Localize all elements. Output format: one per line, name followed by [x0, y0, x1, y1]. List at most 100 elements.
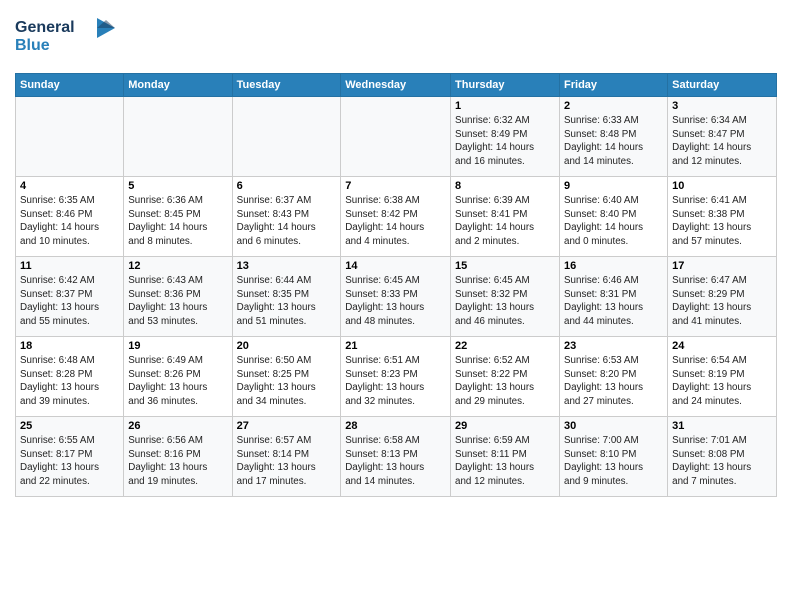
day-number: 5	[128, 180, 227, 192]
calendar-header: SundayMondayTuesdayWednesdayThursdayFrid…	[16, 74, 777, 97]
day-number: 9	[564, 180, 663, 192]
weekday-header-tuesday: Tuesday	[232, 74, 341, 97]
day-info: Sunrise: 6:53 AMSunset: 8:20 PMDaylight:…	[564, 354, 663, 409]
day-number: 6	[237, 180, 337, 192]
calendar-cell: 11 Sunrise: 6:42 AMSunset: 8:37 PMDayligh…	[16, 257, 124, 337]
day-info: Sunrise: 6:35 AMSunset: 8:46 PMDaylight:…	[20, 194, 119, 249]
calendar-cell	[341, 97, 451, 177]
calendar-cell: 27Sunrise: 6:57 AMSunset: 8:14 PMDayligh…	[232, 417, 341, 497]
day-info: Sunrise: 7:00 AMSunset: 8:10 PMDaylight:…	[564, 434, 663, 489]
calendar-cell: 10 Sunrise: 6:41 AMSunset: 8:38 PMDayligh…	[668, 177, 777, 257]
calendar-cell: 25 Sunrise: 6:55 AMSunset: 8:17 PMDayligh…	[16, 417, 124, 497]
calendar-week-1: 1 Sunrise: 6:32 AMSunset: 8:49 PMDaylight…	[16, 97, 777, 177]
calendar-cell: 7 Sunrise: 6:38 AMSunset: 8:42 PMDaylight…	[341, 177, 451, 257]
day-number: 18	[20, 340, 119, 352]
day-number: 31	[672, 420, 772, 432]
day-info: Sunrise: 6:40 AMSunset: 8:40 PMDaylight:…	[564, 194, 663, 249]
day-number: 15	[455, 260, 555, 272]
weekday-header-row: SundayMondayTuesdayWednesdayThursdayFrid…	[16, 74, 777, 97]
day-info: Sunrise: 6:48 AMSunset: 8:28 PMDaylight:…	[20, 354, 119, 409]
calendar-table: SundayMondayTuesdayWednesdayThursdayFrid…	[15, 73, 777, 497]
calendar-cell: 13 Sunrise: 6:44 AMSunset: 8:35 PMDayligh…	[232, 257, 341, 337]
calendar-cell: 29Sunrise: 6:59 AMSunset: 8:11 PMDayligh…	[451, 417, 560, 497]
day-info: Sunrise: 6:37 AMSunset: 8:43 PMDaylight:…	[237, 194, 337, 249]
day-info: Sunrise: 6:32 AMSunset: 8:49 PMDaylight:…	[455, 114, 555, 169]
day-info: Sunrise: 6:36 AMSunset: 8:45 PMDaylight:…	[128, 194, 227, 249]
weekday-header-wednesday: Wednesday	[341, 74, 451, 97]
day-info: Sunrise: 6:58 AMSunset: 8:13 PMDaylight:…	[345, 434, 446, 489]
calendar-cell	[232, 97, 341, 177]
calendar-cell: 16 Sunrise: 6:46 AMSunset: 8:31 PMDayligh…	[560, 257, 668, 337]
day-info: Sunrise: 6:59 AMSunset: 8:11 PMDaylight:…	[455, 434, 555, 489]
day-info: Sunrise: 6:57 AMSunset: 8:14 PMDaylight:…	[237, 434, 337, 489]
day-info: Sunrise: 6:45 AMSunset: 8:32 PMDaylight:…	[455, 274, 555, 329]
day-number: 12	[128, 260, 227, 272]
day-info: Sunrise: 6:42 AMSunset: 8:37 PMDaylight:…	[20, 274, 119, 329]
calendar-cell: 20 Sunrise: 6:50 AMSunset: 8:25 PMDayligh…	[232, 337, 341, 417]
calendar-cell: 18 Sunrise: 6:48 AMSunset: 8:28 PMDayligh…	[16, 337, 124, 417]
weekday-header-friday: Friday	[560, 74, 668, 97]
calendar-cell	[16, 97, 124, 177]
calendar-cell: 17 Sunrise: 6:47 AMSunset: 8:29 PMDayligh…	[668, 257, 777, 337]
weekday-header-thursday: Thursday	[451, 74, 560, 97]
calendar-cell: 6 Sunrise: 6:37 AMSunset: 8:43 PMDaylight…	[232, 177, 341, 257]
day-number: 3	[672, 100, 772, 112]
calendar-cell: 30Sunrise: 7:00 AMSunset: 8:10 PMDayligh…	[560, 417, 668, 497]
calendar-cell: 12 Sunrise: 6:43 AMSunset: 8:36 PMDayligh…	[124, 257, 232, 337]
calendar-cell: 23Sunrise: 6:53 AMSunset: 8:20 PMDayligh…	[560, 337, 668, 417]
day-number: 22	[455, 340, 555, 352]
day-number: 14	[345, 260, 446, 272]
weekday-header-saturday: Saturday	[668, 74, 777, 97]
day-info: Sunrise: 7:01 AMSunset: 8:08 PMDaylight:…	[672, 434, 772, 489]
day-info: Sunrise: 6:45 AMSunset: 8:33 PMDaylight:…	[345, 274, 446, 329]
calendar-cell: 19 Sunrise: 6:49 AMSunset: 8:26 PMDayligh…	[124, 337, 232, 417]
day-number: 28	[345, 420, 446, 432]
calendar-cell	[124, 97, 232, 177]
day-number: 13	[237, 260, 337, 272]
day-info: Sunrise: 6:49 AMSunset: 8:26 PMDaylight:…	[128, 354, 227, 409]
day-number: 8	[455, 180, 555, 192]
svg-text:General: General	[15, 19, 75, 36]
day-number: 20	[237, 340, 337, 352]
calendar-cell: 15 Sunrise: 6:45 AMSunset: 8:32 PMDayligh…	[451, 257, 560, 337]
calendar-cell: 24Sunrise: 6:54 AMSunset: 8:19 PMDayligh…	[668, 337, 777, 417]
day-info: Sunrise: 6:33 AMSunset: 8:48 PMDaylight:…	[564, 114, 663, 169]
day-number: 7	[345, 180, 446, 192]
day-info: Sunrise: 6:34 AMSunset: 8:47 PMDaylight:…	[672, 114, 772, 169]
weekday-header-sunday: Sunday	[16, 74, 124, 97]
day-number: 11	[20, 260, 119, 272]
calendar-cell: 8Sunrise: 6:39 AMSunset: 8:41 PMDaylight…	[451, 177, 560, 257]
day-number: 1	[455, 100, 555, 112]
day-info: Sunrise: 6:46 AMSunset: 8:31 PMDaylight:…	[564, 274, 663, 329]
logo: General Blue	[15, 10, 125, 65]
day-info: Sunrise: 6:55 AMSunset: 8:17 PMDaylight:…	[20, 434, 119, 489]
calendar-cell: 4 Sunrise: 6:35 AMSunset: 8:46 PMDaylight…	[16, 177, 124, 257]
svg-text:Blue: Blue	[15, 37, 50, 54]
calendar-week-4: 18 Sunrise: 6:48 AMSunset: 8:28 PMDayligh…	[16, 337, 777, 417]
day-number: 10	[672, 180, 772, 192]
calendar-week-2: 4 Sunrise: 6:35 AMSunset: 8:46 PMDaylight…	[16, 177, 777, 257]
day-number: 26	[128, 420, 227, 432]
day-number: 25	[20, 420, 119, 432]
day-info: Sunrise: 6:38 AMSunset: 8:42 PMDaylight:…	[345, 194, 446, 249]
day-info: Sunrise: 6:43 AMSunset: 8:36 PMDaylight:…	[128, 274, 227, 329]
day-info: Sunrise: 6:50 AMSunset: 8:25 PMDaylight:…	[237, 354, 337, 409]
calendar-cell: 9 Sunrise: 6:40 AMSunset: 8:40 PMDaylight…	[560, 177, 668, 257]
day-info: Sunrise: 6:52 AMSunset: 8:22 PMDaylight:…	[455, 354, 555, 409]
calendar-week-5: 25 Sunrise: 6:55 AMSunset: 8:17 PMDayligh…	[16, 417, 777, 497]
calendar-cell: 5 Sunrise: 6:36 AMSunset: 8:45 PMDaylight…	[124, 177, 232, 257]
day-number: 24	[672, 340, 772, 352]
day-number: 21	[345, 340, 446, 352]
day-info: Sunrise: 6:51 AMSunset: 8:23 PMDaylight:…	[345, 354, 446, 409]
logo-svg: General Blue	[15, 10, 125, 60]
day-number: 17	[672, 260, 772, 272]
day-info: Sunrise: 6:44 AMSunset: 8:35 PMDaylight:…	[237, 274, 337, 329]
calendar-cell: 21 Sunrise: 6:51 AMSunset: 8:23 PMDayligh…	[341, 337, 451, 417]
calendar-cell: 26Sunrise: 6:56 AMSunset: 8:16 PMDayligh…	[124, 417, 232, 497]
day-number: 19	[128, 340, 227, 352]
day-number: 16	[564, 260, 663, 272]
day-number: 4	[20, 180, 119, 192]
day-info: Sunrise: 6:41 AMSunset: 8:38 PMDaylight:…	[672, 194, 772, 249]
day-info: Sunrise: 6:47 AMSunset: 8:29 PMDaylight:…	[672, 274, 772, 329]
calendar-cell: 2Sunrise: 6:33 AMSunset: 8:48 PMDaylight…	[560, 97, 668, 177]
